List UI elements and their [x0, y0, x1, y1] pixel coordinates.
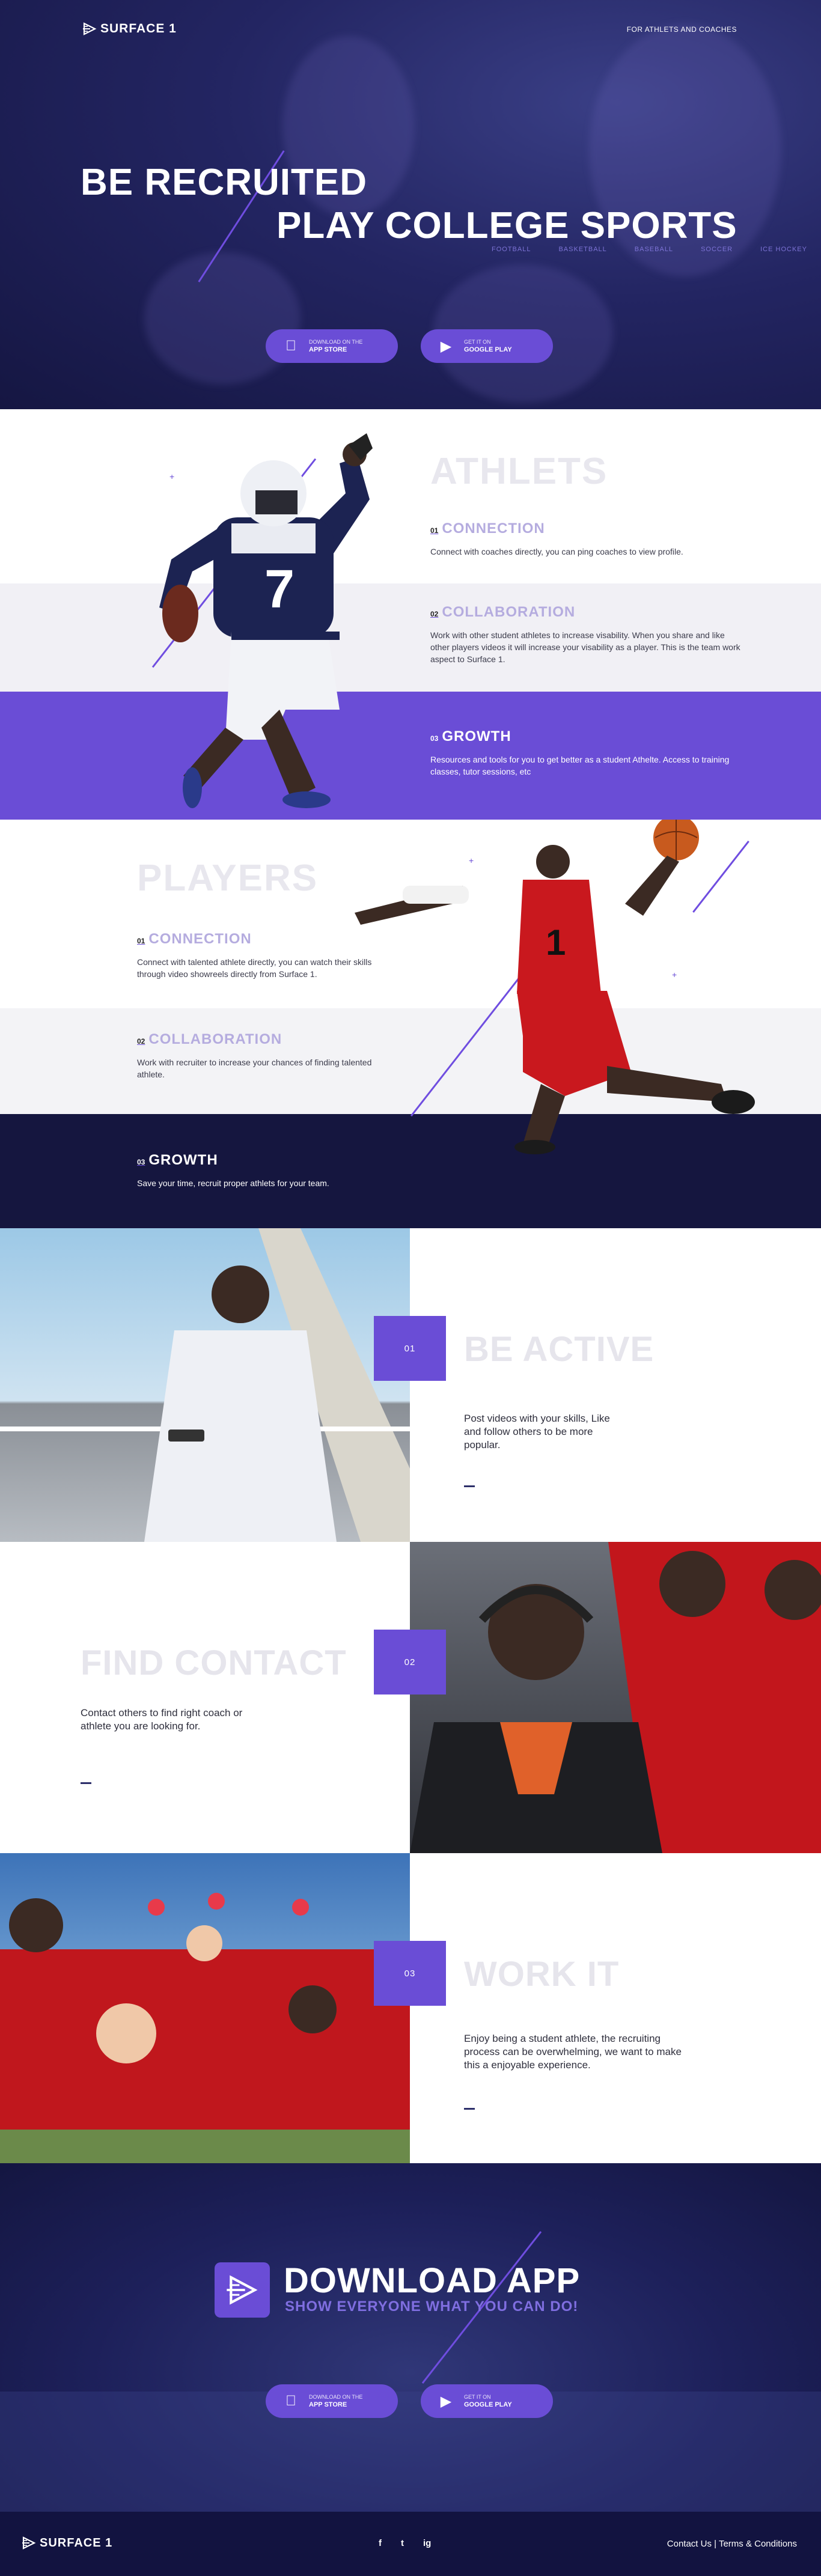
sport-baseball[interactable]: BASEBALL — [635, 246, 673, 253]
players-section: PLAYERS + + 1 01 CONNECTION Connect with… — [0, 820, 821, 1228]
feature-title: COLLABORATION — [148, 1031, 282, 1047]
sport-basketball[interactable]: BASKETBALL — [558, 246, 606, 253]
work-it-image — [0, 1853, 410, 2163]
site-logo[interactable]: SURFACE 1 — [82, 22, 177, 36]
logo-icon — [22, 2536, 36, 2550]
google-play-button[interactable]: ▶ GET IT ON GOOGLE PLAY — [421, 329, 553, 363]
feature-title: CONNECTION — [148, 931, 252, 947]
step-dash — [464, 2108, 475, 2110]
find-contact-image — [410, 1542, 821, 1853]
logo-icon — [227, 2275, 258, 2305]
logo-icon — [83, 22, 97, 35]
sport-soccer[interactable]: SOCCER — [701, 246, 733, 253]
feature-description: Save your time, recruit proper athlets f… — [137, 1178, 329, 1188]
step-number-badge: 02 — [374, 1630, 446, 1694]
feature-number: 01 — [137, 937, 145, 945]
google-play-button[interactable]: ▶ GET IT ON GOOGLE PLAY — [421, 2384, 553, 2418]
google-play-small-label: GET IT ON — [464, 2394, 491, 2400]
footer-links: Contact Us | Terms & Conditions — [667, 2539, 797, 2549]
apple-icon:  — [284, 2393, 298, 2410]
terms-link[interactable]: Terms & Conditions — [719, 2539, 797, 2549]
players-title: PLAYERS — [137, 857, 319, 899]
step-number-badge: 03 — [374, 1941, 446, 2006]
hero-title-line1: BE RECRUITED — [81, 162, 368, 203]
players-feature-collaboration: 02 COLLABORATION Work with recruiter to … — [137, 1031, 395, 1080]
social-links: f t ig — [379, 2538, 431, 2548]
step-description: Enjoy being a student athlete, the recru… — [464, 2033, 682, 2071]
download-section: DOWNLOAD APP SHOW EVERYONE WHAT YOU CAN … — [0, 2163, 821, 2512]
google-play-label: GOOGLE PLAY — [464, 2401, 512, 2408]
instagram-icon[interactable]: ig — [423, 2538, 431, 2548]
sport-ice-hockey[interactable]: ICE HOCKEY — [760, 246, 807, 253]
play-icon: ▶ — [440, 2393, 452, 2410]
google-play-label: GOOGLE PLAY — [464, 346, 512, 353]
app-store-small-label: DOWNLOAD ON THE — [309, 2394, 363, 2400]
logo-text: SURFACE 1 — [100, 22, 177, 35]
feature-description: Connect with talented athlete directly, … — [137, 957, 372, 979]
app-store-small-label: DOWNLOAD ON THE — [309, 339, 363, 345]
step-title: FIND CONTACT — [81, 1643, 347, 1682]
feature-description: Connect with coaches directly, you can p… — [430, 547, 683, 556]
footer-link-separator: | — [711, 2539, 719, 2549]
contact-us-link[interactable]: Contact Us — [667, 2539, 712, 2549]
hero-section: SURFACE 1 FOR ATHLETS AND COACHES BE REC… — [0, 0, 821, 409]
sports-list: FOOTBALL BASKETBALL BASEBALL SOCCER ICE … — [492, 246, 807, 253]
step-dash — [464, 1485, 475, 1487]
step-description: Contact others to find right coach or at… — [81, 1707, 243, 1732]
athletes-feature-connection: 01 CONNECTION Connect with coaches direc… — [430, 520, 683, 558]
app-store-button[interactable]:  DOWNLOAD ON THE APP STORE — [266, 2384, 398, 2418]
feature-title: CONNECTION — [442, 520, 545, 537]
feature-number: 02 — [137, 1037, 145, 1046]
basketball-player-image: 1 — [355, 820, 755, 1154]
facebook-icon[interactable]: f — [379, 2538, 382, 2548]
feature-number: 03 — [137, 1158, 145, 1166]
hero-title-line2: PLAY COLLEGE SPORTS — [276, 205, 737, 246]
twitter-icon[interactable]: t — [401, 2538, 404, 2548]
feature-title: GROWTH — [148, 1152, 218, 1168]
athletes-feature-collaboration: 02 COLLABORATION Work with other student… — [430, 604, 743, 665]
app-icon — [215, 2262, 270, 2318]
be-active-image — [0, 1228, 410, 1542]
feature-number: 03 — [430, 734, 439, 743]
feature-title: COLLABORATION — [442, 604, 576, 620]
download-title: DOWNLOAD APP — [284, 2261, 581, 2300]
jersey-number: 7 — [264, 559, 295, 620]
feature-description: Work with other student athletes to incr… — [430, 630, 740, 664]
hero-player-silhouette — [144, 252, 301, 385]
apple-icon:  — [284, 338, 298, 355]
football-player-image: 7 — [159, 433, 373, 808]
sport-football[interactable]: FOOTBALL — [492, 246, 531, 253]
download-store-buttons:  DOWNLOAD ON THE APP STORE ▶ GET IT ON … — [266, 2384, 553, 2418]
app-store-button[interactable]:  DOWNLOAD ON THE APP STORE — [266, 329, 398, 363]
players-feature-growth: 03 GROWTH Save your time, recruit proper… — [137, 1152, 329, 1189]
feature-description: Resources and tools for you to get bette… — [430, 755, 730, 776]
play-icon: ▶ — [440, 338, 452, 355]
hero-store-buttons:  DOWNLOAD ON THE APP STORE ▶ GET IT ON … — [266, 329, 553, 363]
step-title: WORK IT — [464, 1955, 620, 1994]
step-title: BE ACTIVE — [464, 1330, 655, 1369]
jersey-number: 1 — [546, 922, 566, 963]
footer-logo[interactable]: SURFACE 1 — [22, 2536, 112, 2550]
step-number-badge: 01 — [374, 1316, 446, 1381]
hero-tagline: FOR ATHLETS AND COACHES — [626, 25, 737, 34]
google-play-small-label: GET IT ON — [464, 339, 491, 345]
app-store-label: APP STORE — [309, 346, 347, 353]
feature-number: 01 — [430, 526, 439, 535]
download-subtitle: SHOW EVERYONE WHAT YOU CAN DO! — [285, 2298, 579, 2315]
step-dash — [81, 1782, 91, 1784]
footer-logo-text: SURFACE 1 — [40, 2536, 113, 2550]
app-store-label: APP STORE — [309, 2401, 347, 2408]
page: SURFACE 1 FOR ATHLETS AND COACHES BE REC… — [0, 0, 821, 2576]
feature-number: 02 — [430, 610, 439, 618]
step-description: Post videos with your skills, Like and f… — [464, 1413, 610, 1451]
athletes-section: ATHLETS + + 7 01 CONNECTION — [0, 409, 821, 820]
feature-description: Work with recruiter to increase your cha… — [137, 1058, 372, 1079]
players-feature-connection: 01 CONNECTION Connect with talented athl… — [137, 931, 395, 980]
athletes-feature-growth: 03 GROWTH Resources and tools for you to… — [430, 728, 743, 778]
feature-title: GROWTH — [442, 728, 511, 744]
footer: SURFACE 1 f t ig Contact Us | Terms & Co… — [0, 2512, 821, 2576]
athletes-title: ATHLETS — [430, 451, 608, 492]
hero-title: BE RECRUITED PLAY COLLEGE SPORTS — [81, 161, 737, 248]
